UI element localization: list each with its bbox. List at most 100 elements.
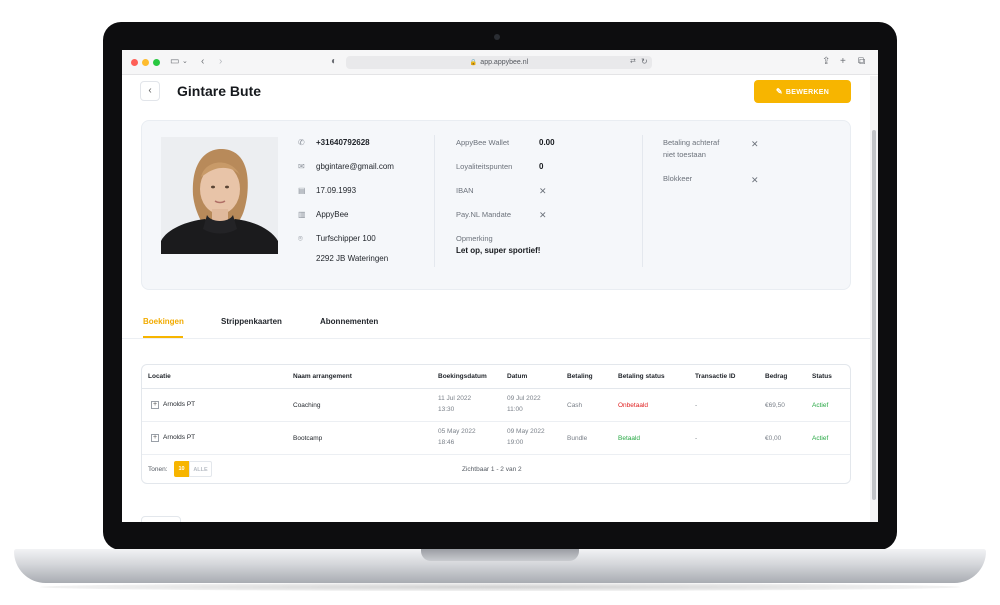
table-header: Locatie Naam arrangement Boekingsdatum D…	[142, 365, 850, 389]
browser-toolbar: ▭ ⌄ ‹ › ◐ 🔒 app.appybee.nl ⇄ ↻ ⇪ + ⧉	[122, 50, 878, 75]
page-size-10-button[interactable]: 10	[174, 461, 189, 477]
expand-icon[interactable]: +	[151, 434, 159, 442]
column-header[interactable]: Betaling	[567, 373, 593, 380]
column-header[interactable]: Datum	[507, 373, 527, 380]
cell-payment: Cash	[567, 402, 583, 409]
bookings-table: Locatie Naam arrangement Boekingsdatum D…	[141, 364, 851, 484]
block-close-icon[interactable]: ✕	[751, 175, 759, 185]
mail-icon: ✉	[298, 162, 305, 171]
new-tab-icon[interactable]: +	[840, 56, 846, 68]
page-title: Gintare Bute	[177, 83, 262, 99]
page-size-label: Tonen:	[148, 466, 168, 473]
pencil-icon: ✎	[775, 87, 783, 96]
cell-amount: €0,00	[765, 435, 782, 442]
lock-icon: 🔒	[469, 60, 478, 66]
birth-date: 17.09.1993	[316, 186, 357, 195]
translate-icon[interactable]: ⇄	[630, 56, 636, 68]
loyalty-value: 0	[539, 162, 544, 171]
block-label: Blokkeer	[663, 174, 693, 183]
tab-punch-cards[interactable]: Strippenkaarten	[221, 317, 282, 326]
payment-after-label: Betaling achteraf	[663, 138, 720, 147]
remark-label: Opmerking	[456, 234, 493, 243]
wallet-value: 0.00	[539, 138, 555, 147]
tabs-overview-icon[interactable]: ⧉	[858, 56, 865, 68]
cell-payment: Bundle	[567, 435, 588, 442]
profile-card: ✆ +31640792628 ✉ gbgintare@gmail.com ▤ 1…	[141, 120, 851, 290]
cell-date: 09 May 2022	[507, 428, 545, 435]
tabs-divider	[122, 338, 878, 339]
expand-icon[interactable]: +	[151, 401, 159, 409]
location-pin-icon: ⌾	[298, 234, 303, 243]
column-header[interactable]: Locatie	[148, 373, 171, 380]
laptop-notch	[421, 549, 579, 561]
email-address: gbgintare@gmail.com	[316, 162, 394, 171]
payment-after-close-icon[interactable]: ✕	[751, 139, 759, 149]
page-size-all-button[interactable]: ALLE	[189, 461, 212, 477]
reload-icon[interactable]: ↻	[641, 56, 648, 68]
cell-payment-status: Betaald	[618, 435, 641, 442]
share-icon[interactable]: ⇪	[822, 56, 830, 68]
cell-transaction-id: -	[695, 435, 698, 442]
chevron-down-icon[interactable]: ⌄	[182, 56, 188, 68]
column-header[interactable]: Boekingsdatum	[438, 373, 487, 380]
cell-booking-time: 18:46	[438, 439, 455, 446]
tab-bookings[interactable]: Boekingen	[143, 317, 184, 326]
screen: ▭ ⌄ ‹ › ◐ 🔒 app.appybee.nl ⇄ ↻ ⇪ + ⧉ ‹ Gi…	[122, 50, 878, 522]
camera	[494, 34, 500, 40]
column-header[interactable]: Status	[812, 373, 832, 380]
address-bar[interactable]: 🔒 app.appybee.nl	[346, 56, 652, 69]
company-name: AppyBee	[316, 210, 349, 219]
payment-after-label-line2: niet toestaan	[663, 150, 706, 159]
edit-button-label: BEWERKEN	[785, 89, 830, 96]
close-window-button[interactable]	[131, 59, 138, 66]
cell-location: Arnolds PT	[163, 434, 196, 441]
cell-time: 11:00	[507, 406, 523, 413]
phone-number: +31640792628	[316, 138, 370, 147]
scrollbar-thumb[interactable]	[872, 130, 876, 500]
visible-count: Zichtbaar 1 - 2 van 2	[462, 466, 522, 473]
tab-subscriptions[interactable]: Abonnementen	[320, 317, 378, 326]
cell-arrangement: Coaching	[293, 402, 321, 409]
iban-close-icon[interactable]: ✕	[539, 186, 547, 196]
column-header[interactable]: Bedrag	[765, 373, 787, 380]
back-arrow-icon[interactable]: ‹	[201, 56, 204, 68]
sidebar-icon[interactable]: ▭	[170, 56, 179, 68]
back-button[interactable]: ‹	[140, 81, 160, 101]
cell-date: 09 Jul 2022	[507, 395, 541, 402]
divider	[434, 135, 435, 267]
cell-status: Actief	[812, 435, 829, 442]
edit-button[interactable]: ✎ BEWERKEN	[754, 80, 851, 103]
column-header[interactable]: Naam arrangement	[293, 373, 352, 380]
building-icon: ▥	[298, 210, 306, 219]
phone-icon: ✆	[298, 138, 305, 147]
calendar-icon: ▤	[298, 186, 306, 195]
laptop-shadow	[40, 583, 960, 591]
wallet-label: AppyBee Wallet	[456, 138, 510, 147]
cell-payment-status: Onbetaald	[618, 402, 648, 409]
mandate-label: Pay.NL Mandate	[456, 210, 512, 219]
cell-status: Actief	[812, 402, 829, 409]
table-row[interactable]: + Arnolds PT Coaching 11 Jul 2022 13:30 …	[142, 389, 850, 422]
cell-location: Arnolds PT	[163, 401, 196, 408]
column-header[interactable]: Transactie ID	[695, 373, 735, 380]
url-text: app.appybee.nl	[480, 59, 529, 66]
privacy-shield-icon[interactable]: ◐	[331, 56, 337, 68]
cell-arrangement: Bootcamp	[293, 435, 323, 442]
divider	[642, 135, 643, 267]
loyalty-label: Loyaliteitspunten	[456, 162, 513, 171]
mandate-close-icon[interactable]: ✕	[539, 210, 547, 220]
street-address: Turfschipper 100	[316, 234, 376, 243]
forward-arrow-icon[interactable]: ›	[219, 56, 222, 68]
cell-time: 19:00	[507, 439, 524, 446]
minimize-window-button[interactable]	[142, 59, 149, 66]
zoom-window-button[interactable]	[153, 59, 160, 66]
table-row[interactable]: + Arnolds PT Bootcamp 05 May 2022 18:46 …	[142, 422, 850, 455]
cell-booking-date: 11 Jul 2022	[438, 395, 472, 402]
cell-booking-time: 13:30	[438, 406, 455, 413]
bottom-button-stub[interactable]	[141, 516, 181, 522]
column-header[interactable]: Betaling status	[618, 373, 665, 380]
cell-booking-date: 05 May 2022	[438, 428, 476, 435]
cell-amount: €69,50	[765, 402, 785, 409]
city-address: 2292 JB Wateringen	[316, 254, 389, 263]
profile-photo	[161, 137, 278, 254]
